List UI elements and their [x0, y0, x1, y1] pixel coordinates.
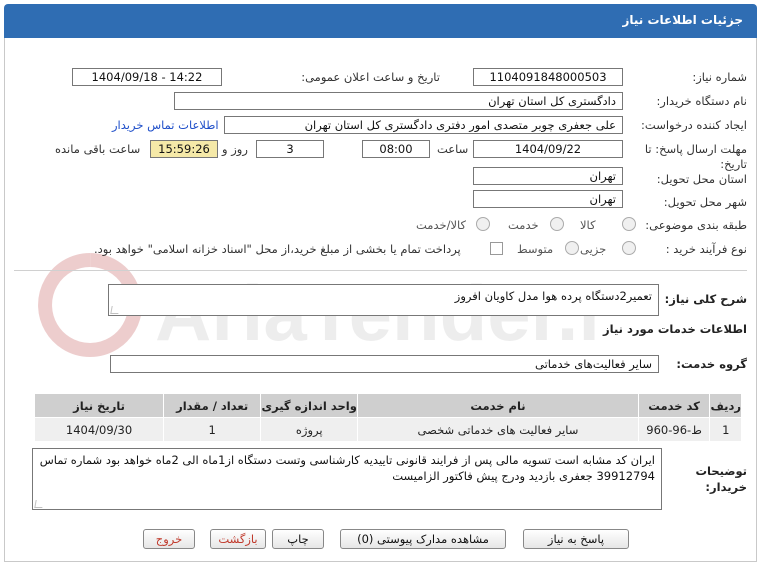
province-label: استان محل تحویل:: [656, 172, 747, 186]
description-field: تعمیر2دستگاه پرده هوا مدل کاویان افروز: [108, 284, 659, 316]
buyer-notes-label: توضیحات خریدار:: [695, 464, 748, 494]
announce-field: 1404/09/18 - 14:22: [72, 68, 222, 86]
exit-button[interactable]: خروج: [143, 529, 195, 549]
treasury-checkbox[interactable]: [490, 242, 503, 255]
print-button[interactable]: چاپ: [272, 529, 324, 549]
services-table: ردیف کد خدمت نام خدمت واحد اندازه گیری ت…: [33, 393, 742, 442]
category-radio-goods[interactable]: [622, 217, 636, 231]
purchase-radio-minor[interactable]: [622, 241, 636, 255]
purchase-type-label: نوع فرآیند خرید :: [665, 242, 747, 256]
divider: [14, 270, 747, 271]
deadline-label: مهلت ارسال پاسخ: تا تاریخ:: [644, 142, 747, 171]
reply-button[interactable]: پاسخ به نیاز: [523, 529, 629, 549]
table-cell: ط-96-960: [637, 417, 711, 442]
page-title: جزئیات اطلاعات نیاز: [622, 13, 743, 27]
column-header: تعداد / مقدار: [163, 393, 262, 418]
deadline-time-field: 08:00: [362, 140, 430, 158]
service-group-label: گروه خدمت:: [676, 357, 747, 371]
buyer-notes-field: ایران کد مشابه است تسویه مالی پس از فرای…: [32, 448, 662, 510]
column-header: کد خدمت: [637, 393, 711, 418]
category-option-goods: کالا: [580, 218, 596, 232]
resize-handle-icon[interactable]: [110, 306, 120, 314]
days-field: 3: [256, 140, 324, 158]
buyer-contact-link[interactable]: اطلاعات تماس خریدار: [112, 118, 219, 132]
payment-note: پرداخت تمام یا بخشی از مبلغ خرید،از محل …: [94, 242, 461, 256]
column-header: واحد اندازه گیری: [260, 393, 359, 418]
creator-field: علی جعفری چوبر متصدی امور دفتری دادگستری…: [224, 116, 623, 134]
purchase-option-medium: متوسط: [517, 242, 554, 256]
back-button[interactable]: بازگشت: [210, 529, 266, 549]
category-option-both: کالا/خدمت: [416, 218, 467, 232]
category-radio-both[interactable]: [476, 217, 490, 231]
buyer-org-field: دادگستری کل استان تهران: [174, 92, 623, 110]
need-number-field: 1104091848000503: [473, 68, 623, 86]
days-label: روز و: [222, 142, 248, 156]
view-attachments-button[interactable]: مشاهده مدارک پیوستی (0): [340, 529, 506, 549]
city-label: شهر محل تحویل:: [663, 195, 747, 209]
remaining-label: ساعت باقی مانده: [55, 142, 141, 156]
creator-label: ایجاد کننده درخواست:: [641, 118, 747, 132]
description-text: تعمیر2دستگاه پرده هوا مدل کاویان افروز: [454, 289, 652, 303]
description-label: شرح کلی نیاز:: [664, 292, 747, 306]
column-header: ردیف: [709, 393, 742, 418]
table-header-row: ردیف کد خدمت نام خدمت واحد اندازه گیری ت…: [33, 393, 742, 418]
buyer-notes-text: ایران کد مشابه است تسویه مالی پس از فرای…: [39, 453, 655, 483]
deadline-date-field: 1404/09/22: [473, 140, 623, 158]
purchase-radio-medium[interactable]: [565, 241, 579, 255]
column-header: نام خدمت: [357, 393, 639, 418]
need-number-label: شماره نیاز:: [692, 70, 747, 84]
buyer-org-label: نام دستگاه خریدار:: [656, 94, 747, 108]
category-option-service: خدمت: [508, 218, 539, 232]
table-cell: 1: [709, 417, 742, 442]
table-cell: پروژه: [260, 417, 359, 442]
province-field: تهران: [473, 167, 623, 185]
column-header: تاریخ نیاز: [33, 393, 165, 418]
table-cell: 1: [163, 417, 262, 442]
resize-handle-icon[interactable]: [34, 500, 44, 508]
table-cell: سایر فعالیت های خدماتی شخصی: [357, 417, 639, 442]
service-group-field: سایر فعالیت‌های خدماتی: [110, 355, 659, 373]
remaining-time-field: 15:59:26: [150, 140, 218, 158]
purchase-option-minor: جزیی: [580, 242, 607, 256]
table-cell: 1404/09/30: [33, 417, 165, 442]
title-bar: جزئیات اطلاعات نیاز: [4, 4, 757, 38]
city-field: تهران: [473, 190, 623, 208]
services-section-title: اطلاعات خدمات مورد نیاز: [603, 322, 747, 336]
table-row: 1 ط-96-960 سایر فعالیت های خدماتی شخصی پ…: [33, 417, 742, 442]
category-label: طبقه بندی موضوعی:: [645, 218, 747, 232]
announce-label: تاریخ و ساعت اعلان عمومی:: [301, 70, 440, 84]
time-label: ساعت: [437, 142, 469, 156]
category-radio-service[interactable]: [550, 217, 564, 231]
